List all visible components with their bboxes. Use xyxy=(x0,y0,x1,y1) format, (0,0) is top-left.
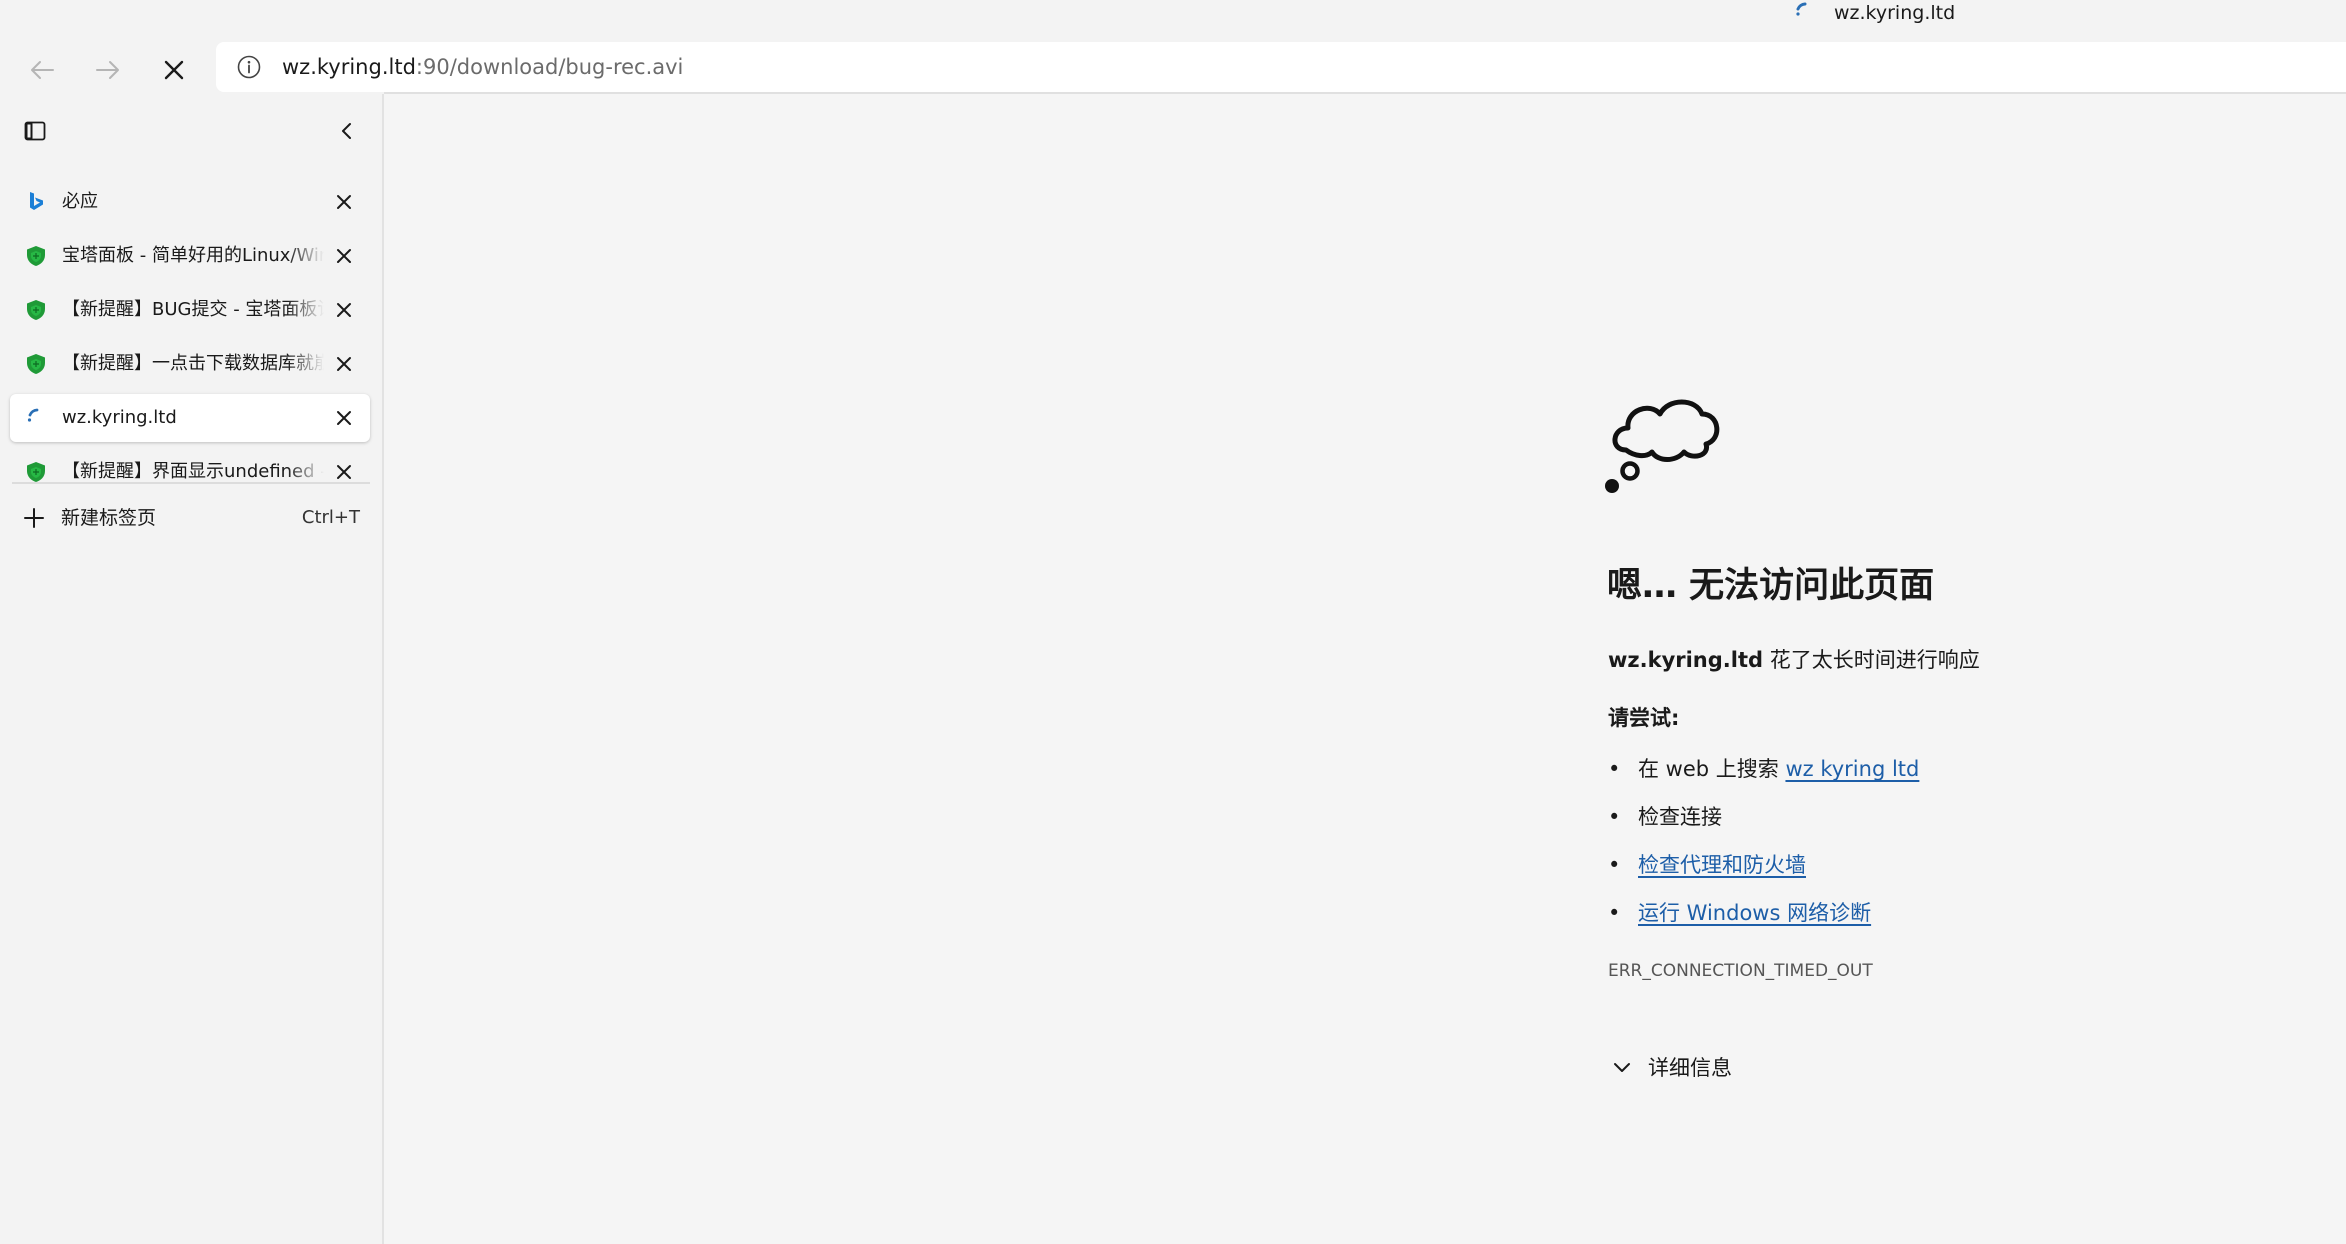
window-title: wz.kyring.ltd xyxy=(1834,2,1956,24)
bullet: • xyxy=(1608,901,1621,925)
arrow-left-icon xyxy=(31,61,54,79)
bt-shield-icon xyxy=(27,246,45,266)
close-icon xyxy=(337,249,351,263)
tab-item[interactable]: wz.kyring.ltd xyxy=(10,394,370,442)
tabs-divider xyxy=(12,482,370,484)
tab-close-button[interactable] xyxy=(330,350,358,378)
tab-title: 【新提醒】界面显示undefined - 宝塔面板论坛 xyxy=(62,461,324,482)
bullet: • xyxy=(1608,805,1621,829)
bing-icon xyxy=(30,192,43,210)
chevron-down-icon xyxy=(1606,1050,1638,1084)
new-tab-shortcut: Ctrl+T xyxy=(301,507,360,528)
tab-close-button[interactable] xyxy=(330,188,358,216)
tab-title: 宝塔面板 - 简单好用的Linux/Windows服务器运维管理面板 xyxy=(62,245,324,266)
url-text[interactable]: wz.kyring.ltd:90/download/bug-rec.avi xyxy=(282,42,683,92)
tab-close-button[interactable] xyxy=(330,404,358,432)
tab-item[interactable]: 宝塔面板 - 简单好用的Linux/Windows服务器运维管理面板 xyxy=(10,232,370,280)
new-tab-button[interactable]: 新建标签页 Ctrl+T xyxy=(10,494,370,542)
error-host: wz.kyring.ltd xyxy=(1608,648,1764,672)
address-bar[interactable]: wz.kyring.ltd:90/download/bug-rec.avi xyxy=(216,42,2346,92)
close-icon xyxy=(337,195,351,209)
details-label: 详细信息 xyxy=(1648,1056,1732,1080)
suggestion-search: • 在 web 上搜索 wz kyring ltd xyxy=(1608,753,1919,785)
tab-title: 【新提醒】一点击下载数据库就崩溃 xyxy=(62,353,324,374)
tab-title: 必应 xyxy=(62,191,98,212)
suggestion-diagnostics: • 运行 Windows 网络诊断 xyxy=(1608,897,1871,929)
suggestion-check-connection: • 检查连接 xyxy=(1608,801,1722,833)
tab-title: 【新提醒】BUG提交 - 宝塔面板论坛 xyxy=(62,299,324,320)
tab-item[interactable]: 必应 xyxy=(10,178,370,226)
arrow-right-icon xyxy=(96,61,119,79)
error-code: ERR_CONNECTION_TIMED_OUT xyxy=(1608,961,1873,981)
check-connection-text: 检查连接 xyxy=(1638,805,1722,829)
thought-bubble-icon xyxy=(1605,399,1720,493)
page-content xyxy=(384,94,2346,1244)
tab-close-button[interactable] xyxy=(330,296,358,324)
bt-shield-icon xyxy=(27,354,45,374)
close-icon xyxy=(164,60,184,80)
info-icon[interactable] xyxy=(236,54,262,80)
back-button[interactable] xyxy=(18,46,66,94)
browser-toolbar: wz.kyring.ltd:90/download/bug-rec.avi xyxy=(0,38,2346,92)
sidebar-header xyxy=(0,94,382,166)
bt-shield-icon xyxy=(27,462,45,482)
tab-actions-icon xyxy=(24,121,46,141)
bullet: • xyxy=(1608,853,1621,877)
try-heading: 请尝试: xyxy=(1608,706,1680,730)
url-host: wz.kyring.ltd xyxy=(282,55,416,79)
tab-item[interactable]: 【新提醒】BUG提交 - 宝塔面板论坛 xyxy=(10,286,370,334)
close-icon xyxy=(337,303,351,317)
tab-actions-button[interactable] xyxy=(18,114,52,148)
url-path: :90/download/bug-rec.avi xyxy=(415,55,684,79)
error-heading: 嗯… 无法访问此页面 xyxy=(1607,566,1935,606)
tab-title: wz.kyring.ltd xyxy=(62,407,177,428)
loading-spinner-icon xyxy=(27,408,39,422)
forward-button[interactable] xyxy=(84,46,132,94)
new-tab-label: 新建标签页 xyxy=(61,507,157,529)
close-icon xyxy=(337,411,351,425)
suggestion-search-text: 在 web 上搜索 xyxy=(1638,757,1786,781)
stop-loading-button[interactable] xyxy=(150,46,198,94)
close-icon xyxy=(337,465,351,479)
tab-item[interactable]: 【新提醒】一点击下载数据库就崩溃 xyxy=(10,340,370,388)
run-network-diagnostics-link[interactable]: 运行 Windows 网络诊断 xyxy=(1638,901,1871,925)
suggestion-proxy: • 检查代理和防火墙 xyxy=(1608,849,1806,881)
tab-close-button[interactable] xyxy=(330,242,358,270)
details-button[interactable]: 详细信息 xyxy=(1606,1050,1732,1084)
loading-spinner-icon xyxy=(1796,2,1807,16)
close-icon xyxy=(337,357,351,371)
bt-shield-icon xyxy=(27,300,45,320)
plus-icon xyxy=(20,504,48,532)
chevron-left-icon xyxy=(342,123,351,139)
check-proxy-firewall-link[interactable]: 检查代理和防火墙 xyxy=(1638,853,1806,877)
tab-item[interactable]: 【新提醒】界面显示undefined - 宝塔面板论坛 xyxy=(10,448,370,496)
error-desc-text: 花了太长时间进行响应 xyxy=(1763,648,1980,672)
vertical-tabs-sidebar: 必应宝塔面板 - 简单好用的Linux/Windows服务器运维管理面板【新提醒… xyxy=(0,94,384,1244)
bullet: • xyxy=(1608,757,1621,781)
title-bar: wz.kyring.ltd xyxy=(0,0,2346,38)
collapse-pane-button[interactable] xyxy=(328,112,366,150)
error-description: wz.kyring.ltd 花了太长时间进行响应 xyxy=(1608,644,1980,676)
search-web-link[interactable]: wz kyring ltd xyxy=(1785,757,1919,781)
